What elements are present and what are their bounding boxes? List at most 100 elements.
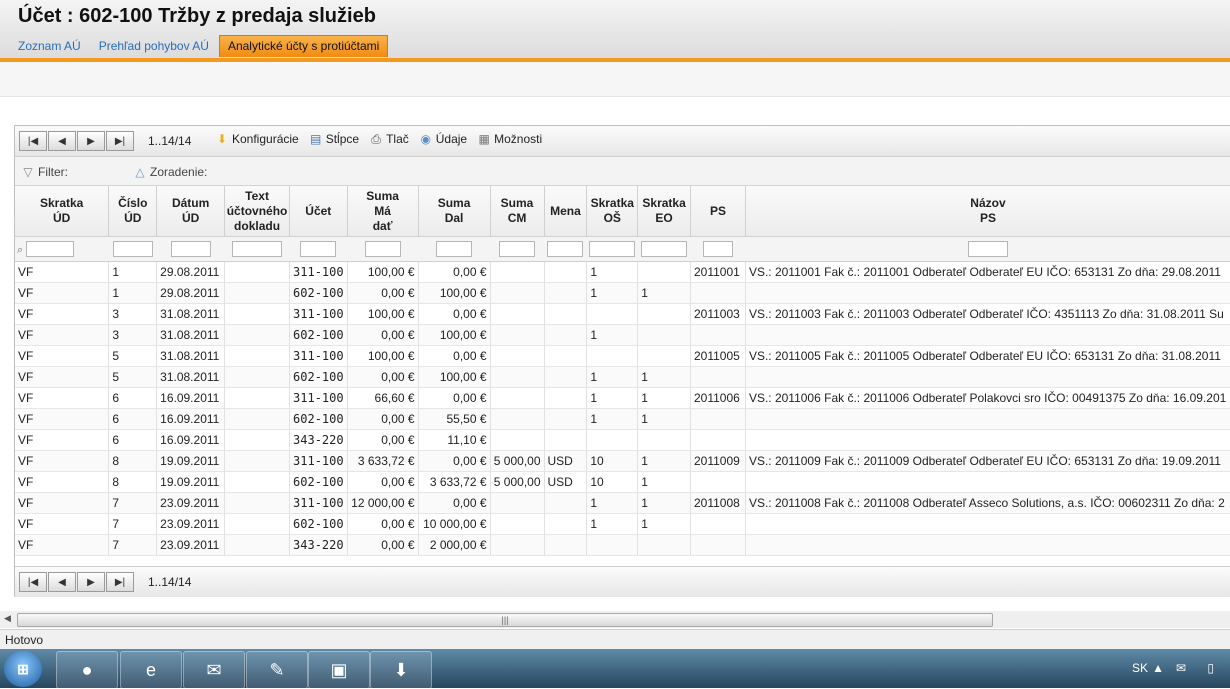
table-row[interactable]: VF 7 23.09.2011 343-220 0,00 €2 000,00 € xyxy=(15,534,1230,556)
table-cell: 0,00 € xyxy=(418,387,491,409)
last-page-button[interactable]: ▶| xyxy=(106,131,134,151)
table-cell: 7 xyxy=(108,534,158,556)
table-cell: 311-100 xyxy=(289,450,348,472)
save-app-taskbar-button[interactable]: ▣ xyxy=(308,651,370,689)
column-header[interactable]: Názov PS xyxy=(745,186,1230,237)
table-cell xyxy=(490,513,545,535)
table-cell: 0,00 € xyxy=(347,324,419,346)
column-filter-input[interactable] xyxy=(641,241,688,257)
table-row[interactable]: VF 6 16.09.2011 311-100 66,60 €0,00 €1 1 20110… xyxy=(15,387,1230,409)
column-header[interactable]: Číslo ÚD xyxy=(108,186,158,237)
table-cell: 602-100 xyxy=(289,408,348,430)
column-header[interactable]: Skratka OŠ xyxy=(586,186,639,237)
ie-taskbar-button[interactable]: e xyxy=(120,651,182,689)
table-cell xyxy=(544,513,588,535)
column-header[interactable]: Skratka EO xyxy=(637,186,691,237)
column-filter-input[interactable] xyxy=(112,241,153,257)
column-filter-input[interactable] xyxy=(967,241,1008,257)
table-cell xyxy=(544,429,588,451)
table-row[interactable]: VF 6 16.09.2011 343-220 0,00 €11,10 € xyxy=(15,429,1230,451)
language-indicator[interactable]: SK xyxy=(1132,661,1148,675)
column-filter-input[interactable] xyxy=(170,241,211,257)
tab-analyticke-ucty[interactable]: Analytické účty s protiúčtami xyxy=(218,35,389,57)
options-button[interactable]: ▦ Možnosti xyxy=(477,132,542,146)
table-row[interactable]: VF 3 31.08.2011 311-100 100,00 €0,00 € 201100… xyxy=(15,303,1230,325)
column-filter-input[interactable] xyxy=(436,241,473,257)
data-button[interactable]: ◉ Údaje xyxy=(419,132,468,146)
column-header[interactable]: Dátum ÚD xyxy=(156,186,226,237)
firefox-taskbar-button[interactable]: ● xyxy=(56,651,118,689)
table-cell xyxy=(690,534,746,556)
paint-taskbar-button[interactable]: ✎ xyxy=(246,651,308,689)
columns-button[interactable]: ▤ Stĺpce xyxy=(309,132,359,146)
filter-toggle[interactable]: ▽ Filter: xyxy=(21,165,68,179)
sort-toggle[interactable]: △ Zoradenie: xyxy=(133,165,207,179)
table-row[interactable]: VF 3 31.08.2011 602-100 0,00 €100,00 € 1 xyxy=(15,324,1230,346)
table-cell: VF xyxy=(15,471,110,493)
column-filter-input[interactable] xyxy=(589,241,636,257)
table-cell: 1 xyxy=(586,513,639,535)
column-filter-input[interactable] xyxy=(26,240,75,257)
column-header[interactable]: Suma Dal xyxy=(418,186,491,237)
table-row[interactable]: VF 7 23.09.2011 602-100 0,00 €10 000,00 € 1 1 xyxy=(15,513,1230,535)
status-bar: Hotovo xyxy=(0,629,1230,650)
column-header[interactable]: Účet xyxy=(289,186,348,237)
table-cell: VF xyxy=(15,450,110,472)
download-app-taskbar-button[interactable]: ⬇ xyxy=(370,651,432,689)
table-row[interactable]: VF 1 29.08.2011 311-100 100,00 €0,00 €1 20110… xyxy=(15,261,1230,283)
column-header[interactable]: Text účtovného dokladu xyxy=(224,186,291,237)
scrollbar-thumb[interactable]: ||| xyxy=(17,613,993,627)
horizontal-scrollbar[interactable]: ◀ ||| xyxy=(0,611,1230,628)
table-cell: VF xyxy=(15,303,110,325)
first-page-button[interactable]: |◀ xyxy=(19,131,47,151)
table-cell: 0,00 € xyxy=(347,513,419,535)
table-cell: 29.08.2011 xyxy=(156,261,226,283)
column-filter-input[interactable] xyxy=(300,241,337,257)
search-icon[interactable]: ⌕ xyxy=(17,244,23,256)
table-row[interactable]: VF 8 19.09.2011 311-100 3 633,72 €0,00 €5 00… xyxy=(15,450,1230,472)
table-cell: 602-100 xyxy=(289,282,348,304)
start-button[interactable]: ⊞ xyxy=(4,651,42,687)
table-row[interactable]: VF 7 23.09.2011 311-100 12 000,00 €0,00 €1 1 2… xyxy=(15,492,1230,514)
scroll-left-arrow-icon[interactable]: ◀ xyxy=(4,613,11,624)
outlook-taskbar-button[interactable]: ✉ xyxy=(183,651,245,689)
column-header[interactable]: PS xyxy=(690,186,746,237)
column-header[interactable]: Suma Má dať xyxy=(347,186,419,237)
table-row[interactable]: VF 5 31.08.2011 602-100 0,00 €100,00 € 1 1 xyxy=(15,366,1230,388)
table-cell xyxy=(490,282,545,304)
print-button[interactable]: ⎙ Tlač xyxy=(369,132,408,146)
table-header-row: Skratka ÚD Číslo ÚD Dátum ÚD Text účtovného… xyxy=(15,186,1230,237)
table-cell xyxy=(690,282,746,304)
configs-button[interactable]: ⬇ Konfigurácie xyxy=(215,132,299,146)
next-page-button[interactable]: ▶ xyxy=(77,131,105,151)
bottom-last-page-button[interactable]: ▶| xyxy=(106,572,134,592)
column-filter-input[interactable] xyxy=(364,241,401,257)
tab-zoznam-au[interactable]: Zoznam AÚ xyxy=(10,35,89,57)
column-header[interactable]: Skratka ÚD xyxy=(15,186,110,237)
table-cell: 0,00 € xyxy=(418,345,491,367)
table-cell xyxy=(490,492,545,514)
table-cell: 1 xyxy=(586,408,639,430)
column-filter-input[interactable] xyxy=(232,241,283,257)
device-icon[interactable]: ▯ xyxy=(1207,661,1214,675)
column-filter-input[interactable] xyxy=(547,241,584,257)
bottom-first-page-button[interactable]: |◀ xyxy=(19,572,47,592)
column-filter-input[interactable] xyxy=(702,241,733,257)
tab-prehlad-pohybov[interactable]: Prehľad pohybov AÚ xyxy=(91,35,217,57)
column-header[interactable]: Mena xyxy=(544,186,588,237)
tray-arrow-icon[interactable]: ▲ xyxy=(1152,661,1164,675)
prev-page-button[interactable]: ◀ xyxy=(48,131,76,151)
disc-icon: ◉ xyxy=(420,132,431,146)
table-row[interactable]: VF 5 31.08.2011 311-100 100,00 €0,00 € 201100… xyxy=(15,345,1230,367)
mail-icon[interactable]: ✉ xyxy=(1176,661,1186,675)
sub-toolbar xyxy=(0,62,1230,97)
column-header[interactable]: Suma CM xyxy=(490,186,545,237)
column-filter-input[interactable] xyxy=(499,241,536,257)
table-row[interactable]: VF 8 19.09.2011 602-100 0,00 €3 633,72 €5 00… xyxy=(15,471,1230,493)
table-cell xyxy=(490,429,545,451)
table-row[interactable]: VF 1 29.08.2011 602-100 0,00 €100,00 €1 1 xyxy=(15,282,1230,304)
table-cell: 7 xyxy=(108,513,158,535)
table-row[interactable]: VF 6 16.09.2011 602-100 0,00 €55,50 € 1 1 xyxy=(15,408,1230,430)
bottom-next-page-button[interactable]: ▶ xyxy=(77,572,105,592)
bottom-prev-page-button[interactable]: ◀ xyxy=(48,572,76,592)
